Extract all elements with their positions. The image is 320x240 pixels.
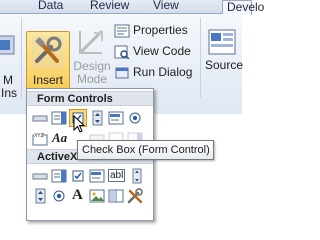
command-button-icon — [32, 173, 48, 180]
design-mode-icon — [78, 29, 104, 55]
activex-more-controls[interactable] — [126, 187, 144, 205]
tab-view[interactable]: View — [153, 0, 179, 13]
source-label: Source — [205, 58, 244, 72]
activex-option-button-icon — [53, 190, 65, 202]
activex-scroll-bar-icon — [132, 168, 142, 184]
properties-icon — [114, 24, 130, 38]
form-group-box-control[interactable]: XYZ — [31, 129, 49, 147]
activex-combo-box-icon — [51, 169, 67, 183]
activex-list-box-icon — [89, 169, 105, 183]
toggle-button-icon — [108, 189, 124, 203]
activex-spin-button-control[interactable] — [31, 187, 49, 205]
insert-label: Insert — [32, 73, 63, 87]
activex-text-box-control[interactable]: abl — [107, 167, 127, 185]
option-button-icon — [129, 112, 141, 124]
activex-scroll-bar-control[interactable] — [128, 167, 146, 185]
properties-button[interactable]: Properties — [114, 22, 204, 40]
form-option-button-control[interactable] — [126, 109, 144, 127]
partial-left-icon — [0, 35, 15, 55]
tab-developer[interactable]: Develo — [222, 0, 264, 15]
svg-text:XYZ: XYZ — [34, 133, 44, 139]
source-icon — [208, 29, 236, 55]
image-control-icon — [89, 189, 105, 203]
partial-left-button[interactable]: M Ins — [0, 30, 18, 100]
run-dialog-icon — [115, 67, 129, 79]
activex-toggle-button-control[interactable] — [107, 187, 125, 205]
design-mode-label-2: Mode — [76, 72, 108, 86]
form-list-box-control[interactable] — [107, 109, 125, 127]
activex-option-button-control[interactable] — [50, 187, 68, 205]
activex-combo-box-control[interactable] — [50, 167, 68, 185]
button-control-icon — [32, 115, 48, 122]
label-a-text: A — [72, 187, 83, 203]
run-dialog-button[interactable]: Run Dialog — [114, 64, 204, 82]
form-controls-header: Form Controls — [27, 91, 153, 106]
activex-spin-button-icon — [35, 188, 46, 204]
tools-icon — [32, 36, 64, 68]
run-dialog-label: Run Dialog — [133, 65, 193, 79]
list-box-icon — [108, 111, 124, 125]
tab-developer-label: Develo — [227, 0, 265, 14]
activex-list-box-control[interactable] — [88, 167, 106, 185]
form-label-control[interactable]: Aa — [50, 129, 68, 147]
check-box-tooltip: Check Box (Form Control) — [77, 140, 214, 160]
view-code-button[interactable]: View Code — [114, 43, 204, 61]
form-spin-button-control[interactable] — [88, 109, 106, 127]
partial-left-label-2: Ins — [0, 86, 17, 100]
form-button-control[interactable] — [31, 109, 49, 127]
activex-check-box-control[interactable] — [69, 167, 87, 185]
view-code-icon — [114, 45, 130, 59]
activex-image-control[interactable] — [88, 187, 106, 205]
mouse-cursor-icon — [73, 115, 86, 133]
label-control-aa-text: Aa — [52, 130, 68, 145]
tab-review[interactable]: Review — [90, 0, 129, 13]
tab-data[interactable]: Data — [38, 0, 63, 13]
activex-label-control[interactable]: A — [69, 187, 87, 205]
form-combo-box-control[interactable] — [50, 109, 68, 127]
group-separator — [200, 18, 201, 98]
ribbon-tab-strip: Data Review View Develo — [0, 0, 264, 15]
spin-button-icon — [92, 110, 103, 126]
more-controls-tools-icon — [127, 188, 143, 204]
view-code-label: View Code — [133, 44, 191, 58]
properties-label: Properties — [133, 23, 188, 37]
source-button[interactable]: Source — [203, 24, 243, 94]
activex-command-button-control[interactable] — [31, 167, 49, 185]
group-box-icon: XYZ — [32, 132, 48, 146]
text-box-abl-text: abl — [108, 169, 126, 182]
combo-box-icon — [51, 111, 67, 125]
activex-check-box-icon — [72, 170, 84, 182]
group-separator — [21, 18, 22, 98]
